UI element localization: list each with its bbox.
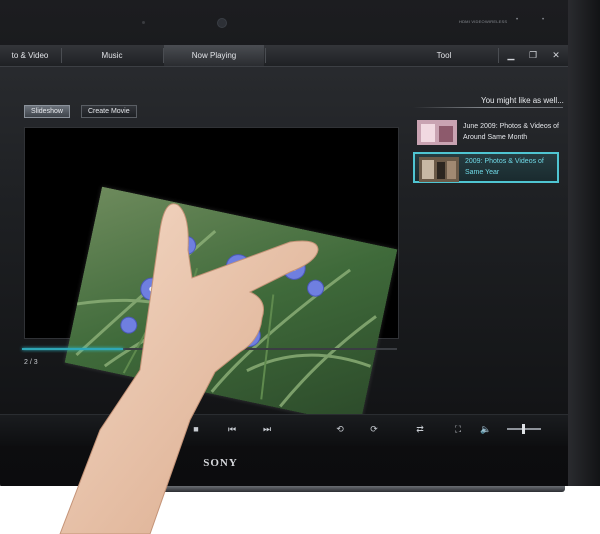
menu-music[interactable]: Music [62,45,162,66]
menu-divider [265,48,266,63]
desk-surface [0,486,600,534]
menu-photo-video[interactable]: to & Video [0,45,60,66]
menu-tool[interactable]: Tool [394,45,494,66]
rotate-right-icon[interactable]: ⟳ [365,420,383,438]
progress-fill [22,348,124,350]
menu-now-playing[interactable]: Now Playing [164,45,264,66]
recommend-title: June 2009: Photos & Videos of Around Sam… [463,123,559,141]
create-movie-tab[interactable]: Create Movie [81,105,137,118]
recommend-thumbnail [417,120,457,145]
playback-controls: ■ ⏮ ⏭ ⟲ ⟳ ⇄ ⛶ 🔈 [0,414,568,446]
webcam-icon [217,18,227,28]
recommend-item-selected[interactable]: 2009: Photos & Videos of Same Year [413,152,559,183]
monitor-stand [95,486,565,492]
slideshow-photo [64,186,398,426]
recommend-thumbnail [419,157,459,182]
monitor: HDMI VIDEO WIRELESS • • to & Video Music… [0,0,600,534]
minimize-icon[interactable]: ▁ [500,45,522,66]
brand-logo: SONY [203,457,238,469]
recommend-item[interactable]: June 2009: Photos & Videos of Around Sam… [413,117,559,148]
monitor-side [568,0,600,490]
volume-icon[interactable]: 🔈 [477,420,495,438]
hw-label-wireless: WIRELESS [485,19,508,24]
fullscreen-icon[interactable]: ⛶ [449,420,467,438]
slideshow-tab[interactable]: Slideshow [24,105,70,118]
wireless-indicator-icon: • [542,17,545,23]
next-icon[interactable]: ⏭ [258,420,276,438]
menu-divider [498,48,499,63]
close-icon[interactable]: ✕ [545,45,567,66]
recommend-divider [413,107,563,108]
rotate-left-icon[interactable]: ⟲ [331,420,349,438]
stop-icon[interactable]: ■ [187,420,205,438]
hw-label-hdmi: HDMI VIDEO [459,19,485,24]
volume-knob[interactable] [522,424,526,434]
menu-bar: to & Video Music Now Playing Tool ▁ ❐ ✕ [0,45,568,67]
page-counter: 2 / 3 [24,359,38,366]
slideshow-viewer[interactable] [24,127,399,426]
repeat-icon[interactable]: ⇄ [411,420,429,438]
recommend-title: 2009: Photos & Videos of Same Year [465,158,544,176]
screen: to & Video Music Now Playing Tool ▁ ❐ ✕ … [0,45,568,446]
recommend-heading: You might like as well... [481,96,564,105]
previous-icon[interactable]: ⏮ [223,420,241,438]
power-indicator-icon: • [516,17,519,23]
microphone [142,21,145,24]
slideshow-progress[interactable] [22,348,397,350]
restore-icon[interactable]: ❐ [522,45,544,66]
